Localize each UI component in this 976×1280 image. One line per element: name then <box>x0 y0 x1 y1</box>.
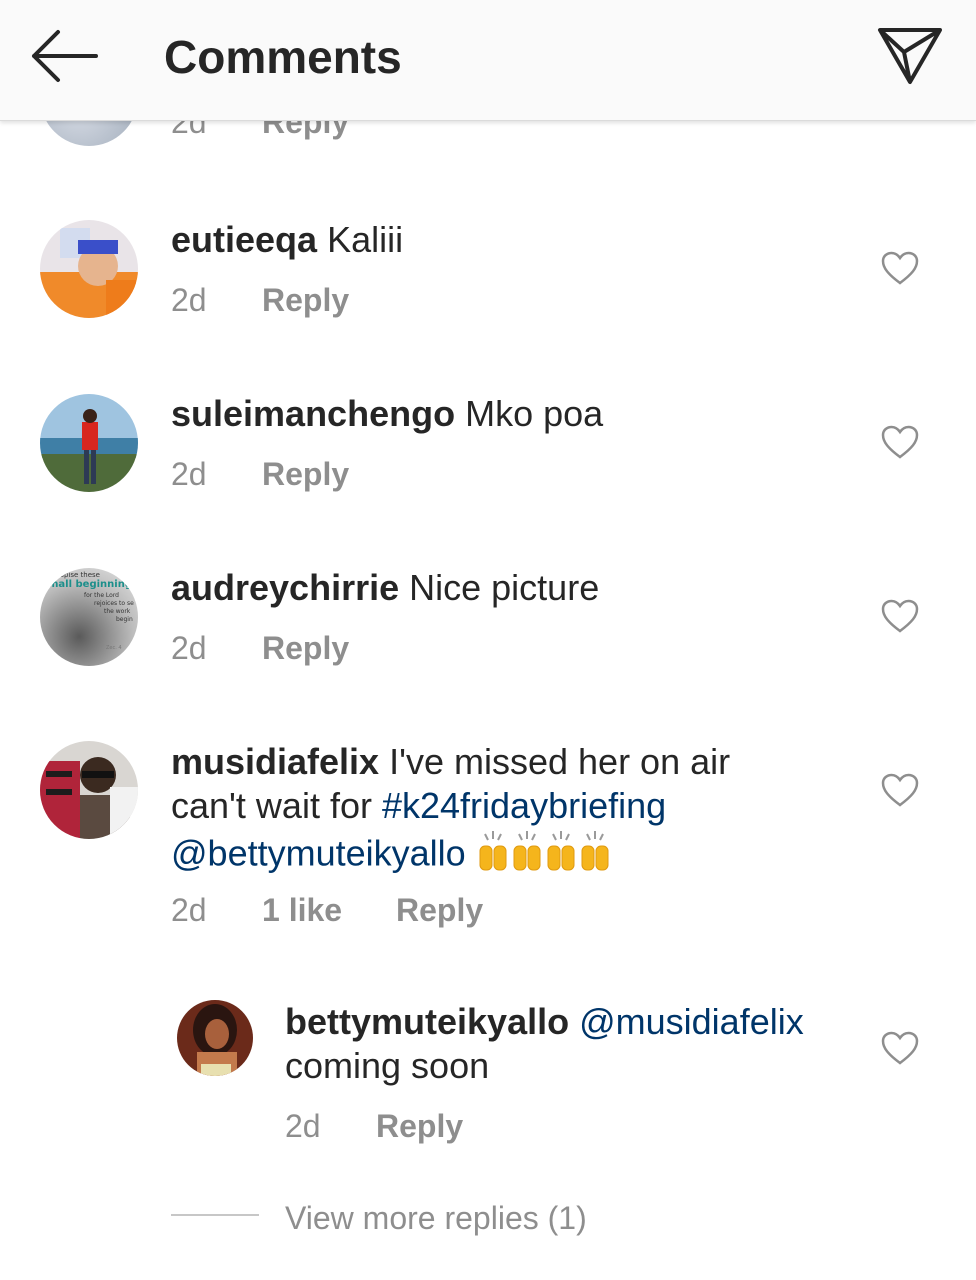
avatar-image <box>40 394 138 492</box>
avatar-image <box>40 220 138 318</box>
heart-icon[interactable] <box>880 772 920 808</box>
avatar-quote: espise these mall beginning for the Lord… <box>48 571 134 651</box>
heart-icon[interactable] <box>880 424 920 460</box>
comment-text: suleimanchengo Mko poa <box>171 392 603 436</box>
mention-link[interactable]: @musidiafelix <box>579 1001 804 1042</box>
raising-hands-emoji-icon <box>476 828 610 884</box>
top-bar: Comments <box>0 0 976 121</box>
comment-body: I've missed her on air <box>389 741 731 782</box>
divider-line <box>171 1214 259 1216</box>
comment-username[interactable]: suleimanchengo <box>171 393 455 434</box>
reply-button[interactable]: Reply <box>262 630 349 667</box>
heart-icon[interactable] <box>880 1030 920 1066</box>
comment-text-line3: @bettymuteikyallo <box>171 828 610 884</box>
page-title: Comments <box>164 31 402 83</box>
comment-body: Kaliii <box>327 219 404 260</box>
heart-icon[interactable] <box>880 250 920 286</box>
hashtag-link[interactable]: #k24fridaybriefing <box>382 785 666 826</box>
view-more-replies-button[interactable]: View more replies (1) <box>285 1200 587 1237</box>
comment-username[interactable]: audreychirrie <box>171 567 399 608</box>
comment-text: eutieeqa Kaliii <box>171 218 403 262</box>
comment-time: 2d <box>171 282 207 318</box>
comment-time: 2d <box>171 456 207 492</box>
comment-username[interactable]: bettymuteikyallo <box>285 1001 569 1042</box>
comment-text: audreychirrie Nice picture <box>171 566 599 610</box>
avatar[interactable]: espise these mall beginning for the Lord… <box>40 568 138 666</box>
send-icon[interactable] <box>874 22 946 88</box>
comment-body: Mko poa <box>465 393 604 434</box>
avatar-image <box>177 1000 253 1076</box>
likes-count[interactable]: 1 like <box>262 892 342 929</box>
reply-button[interactable]: Reply <box>262 456 349 493</box>
comment-body-cont: can't wait for <box>171 785 382 826</box>
avatar[interactable] <box>40 741 138 839</box>
comment-username[interactable]: eutieeqa <box>171 219 317 260</box>
arrow-left-icon[interactable] <box>26 26 102 86</box>
heart-icon[interactable] <box>880 598 920 634</box>
reply-text: bettymuteikyallo @musidiafelix <box>285 1000 804 1044</box>
comment-text: musidiafelix I've missed her on air <box>171 740 730 784</box>
avatar-image <box>40 741 138 839</box>
mention-link[interactable]: @bettymuteikyallo <box>171 833 466 874</box>
comment-time: 2d <box>171 630 207 666</box>
comment-time: 2d <box>285 1108 321 1144</box>
avatar[interactable] <box>40 394 138 492</box>
reply-button[interactable]: Reply <box>376 1108 463 1145</box>
comment-username[interactable]: musidiafelix <box>171 741 379 782</box>
avatar[interactable] <box>40 220 138 318</box>
comment-text-line2: can't wait for #k24fridaybriefing <box>171 784 666 828</box>
reply-button[interactable]: Reply <box>396 892 483 929</box>
comment-time: 2d <box>171 892 207 928</box>
reply-body: coming soon <box>285 1045 490 1086</box>
comment-body: Nice picture <box>409 567 600 608</box>
reply-button[interactable]: Reply <box>262 282 349 319</box>
avatar[interactable] <box>177 1000 253 1076</box>
